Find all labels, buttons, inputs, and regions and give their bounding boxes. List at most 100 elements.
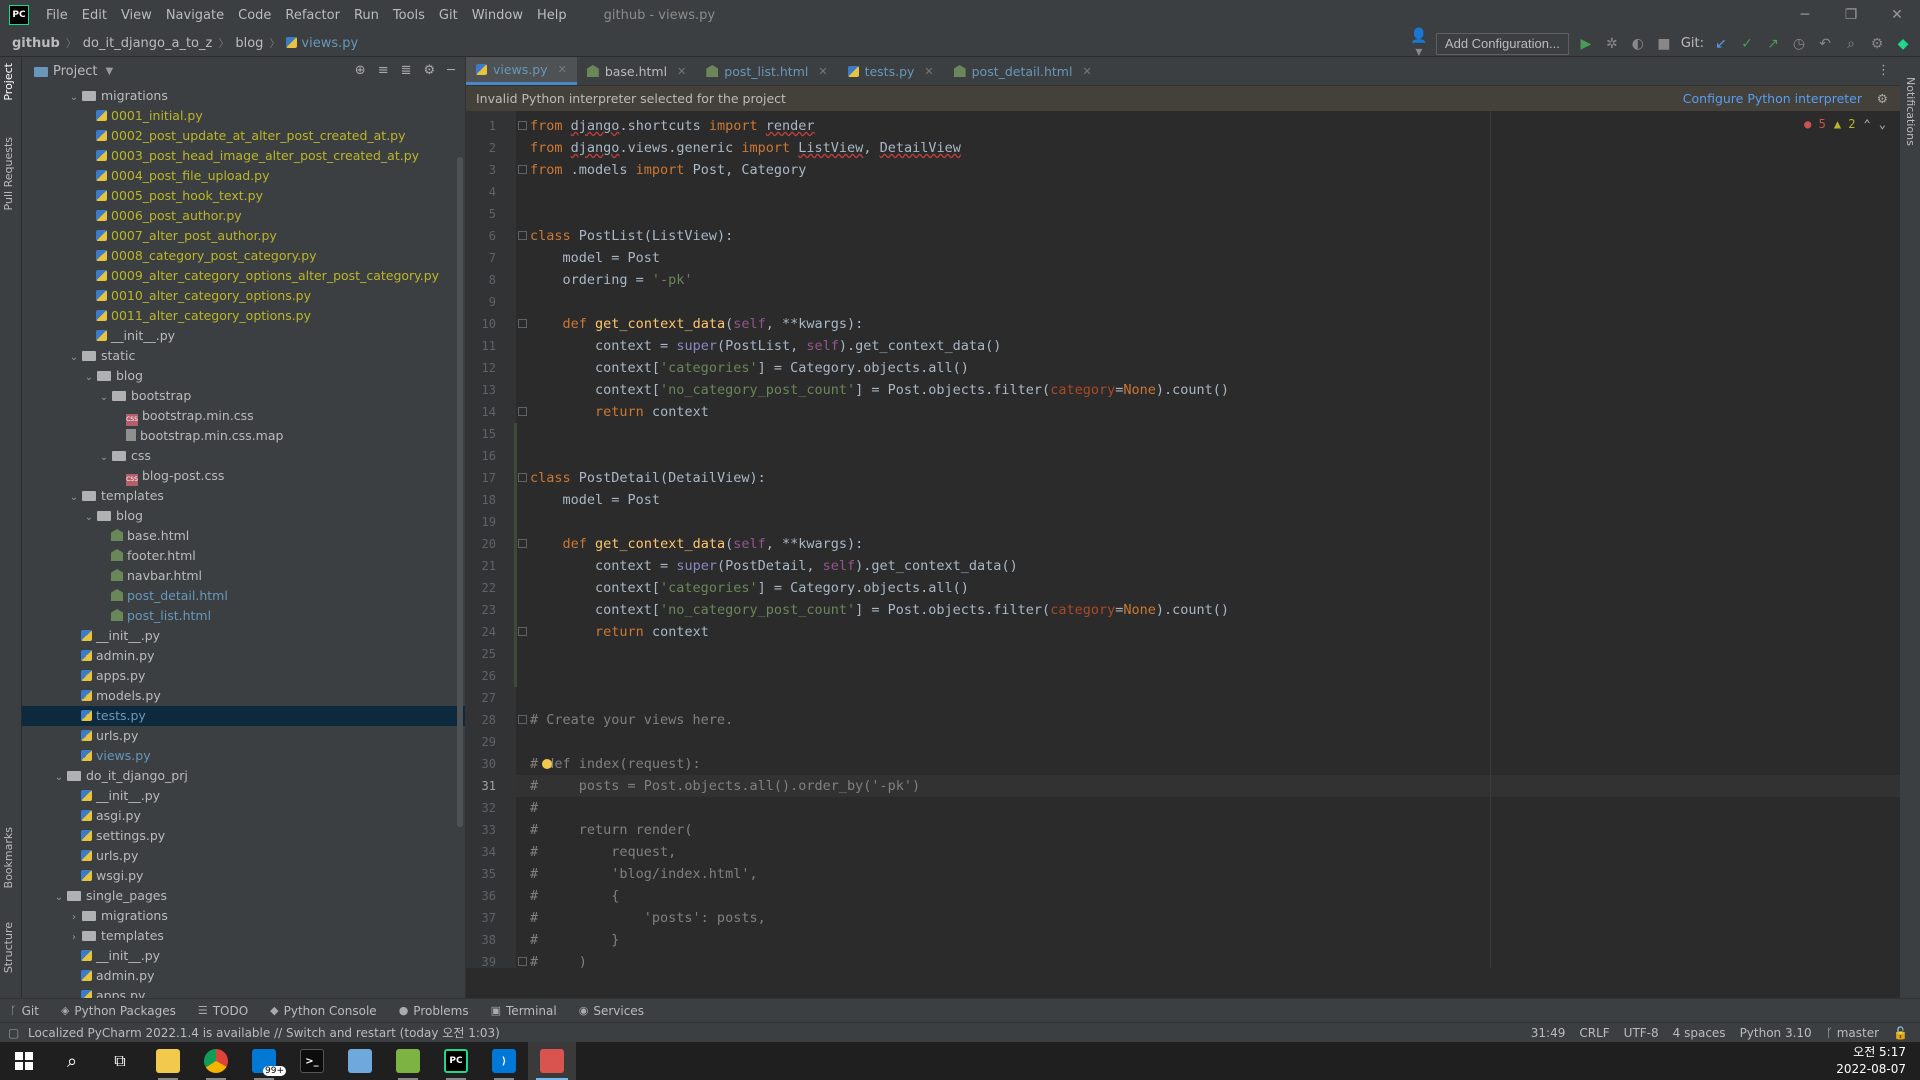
- run-icon[interactable]: ▶: [1577, 36, 1595, 52]
- code-line[interactable]: context['categories'] = Category.objects…: [530, 357, 969, 379]
- layout-icon[interactable]: ▢: [8, 1026, 19, 1040]
- chevron-down-icon[interactable]: ▼: [105, 66, 113, 77]
- tree-file[interactable]: 0004_post_file_upload.py: [22, 166, 465, 186]
- taskbar-app-active[interactable]: [528, 1042, 576, 1080]
- code-line[interactable]: from django.shortcuts import render: [530, 115, 815, 137]
- chevron-down-icon[interactable]: ⌄: [66, 488, 82, 508]
- rollback-icon[interactable]: ↶: [1816, 36, 1834, 52]
- tab-post-detail-html[interactable]: post_detail.html ✕: [944, 57, 1102, 85]
- git-push-icon[interactable]: ↗: [1764, 36, 1782, 52]
- code-line[interactable]: class PostDetail(DetailView):: [530, 467, 766, 489]
- tree-folder[interactable]: ⌄ blog: [22, 366, 465, 386]
- tree-file[interactable]: admin.py: [22, 966, 465, 986]
- fold-icon[interactable]: [518, 715, 527, 724]
- breadcrumb-file[interactable]: views.py: [280, 36, 358, 51]
- breadcrumb-root[interactable]: github: [0, 36, 60, 51]
- tree-file[interactable]: 0002_post_update_at_alter_post_created_a…: [22, 126, 465, 146]
- chevron-down-icon[interactable]: ⌄: [66, 88, 82, 108]
- fold-icon[interactable]: [518, 957, 527, 966]
- code-line[interactable]: return context: [530, 401, 709, 423]
- close-tab-icon[interactable]: ✕: [818, 65, 827, 78]
- tree-file[interactable]: 0011_alter_category_options.py: [22, 306, 465, 326]
- tab-views-py[interactable]: views.py ✕: [466, 57, 577, 85]
- tree-folder[interactable]: › templates: [22, 926, 465, 946]
- code-line[interactable]: # ): [530, 951, 587, 973]
- tree-file[interactable]: urls.py: [22, 726, 465, 746]
- vcs-change-marker[interactable]: [514, 423, 517, 687]
- chevron-down-icon[interactable]: ⌄: [51, 888, 67, 908]
- git-branch[interactable]: ᚴ master: [1826, 1026, 1879, 1040]
- restore-icon[interactable]: ❐: [1828, 0, 1874, 30]
- fold-icon[interactable]: [518, 473, 527, 482]
- caret-position[interactable]: 31:49: [1531, 1026, 1566, 1040]
- tab-base-html[interactable]: base.html ✕: [577, 57, 696, 85]
- menu-window[interactable]: Window: [465, 8, 530, 23]
- taskbar-terminal[interactable]: >_: [288, 1042, 336, 1080]
- code-line[interactable]: return context: [530, 621, 709, 643]
- tree-file[interactable]: urls.py: [22, 846, 465, 866]
- taskbar-mail[interactable]: 99+: [240, 1042, 288, 1080]
- tree-file[interactable]: 0008_category_post_category.py: [22, 246, 465, 266]
- menu-code[interactable]: Code: [231, 8, 278, 23]
- code-line[interactable]: # return render(: [530, 819, 693, 841]
- code-line[interactable]: context = super(PostList, self).get_cont…: [530, 335, 1001, 357]
- code-line[interactable]: #: [530, 797, 538, 819]
- stop-icon[interactable]: ■: [1655, 36, 1673, 52]
- code-line[interactable]: # posts = Post.objects.all().order_by('-…: [530, 775, 920, 797]
- history-icon[interactable]: ◷: [1790, 36, 1808, 52]
- menu-help[interactable]: Help: [530, 8, 574, 23]
- code-line[interactable]: ordering = '-pk': [530, 269, 693, 291]
- tree-file[interactable]: settings.py: [22, 826, 465, 846]
- structure-tool-button[interactable]: Structure: [2, 922, 15, 973]
- tree-file[interactable]: 0010_alter_category_options.py: [22, 286, 465, 306]
- configure-interpreter-link[interactable]: Configure Python interpreter: [1683, 91, 1862, 106]
- toolwindow-python-packages[interactable]: ◈ Python Packages: [61, 1004, 176, 1018]
- tree-file[interactable]: 0003_post_head_image_alter_post_created_…: [22, 146, 465, 166]
- chevron-down-icon[interactable]: ⌄: [81, 508, 97, 528]
- more-tabs-icon[interactable]: ⋮: [1877, 63, 1890, 78]
- tree-file[interactable]: base.html: [22, 526, 465, 546]
- task-view-button[interactable]: ⧉: [96, 1042, 144, 1080]
- tree-folder[interactable]: › migrations: [22, 906, 465, 926]
- tree-folder[interactable]: ⌄ templates: [22, 486, 465, 506]
- coverage-icon[interactable]: ◐: [1629, 36, 1647, 52]
- menu-run[interactable]: Run: [347, 8, 386, 23]
- collapse-all-icon[interactable]: ≣: [401, 63, 412, 78]
- tree-file[interactable]: apps.py: [22, 986, 465, 998]
- taskbar-notepad[interactable]: [336, 1042, 384, 1080]
- fold-icon[interactable]: [518, 539, 527, 548]
- code-line[interactable]: model = Post: [530, 489, 661, 511]
- code-line[interactable]: # }: [530, 929, 619, 951]
- code-editor[interactable]: 1 2 3 4 5 6 7 8 9 10 11 12 13 14 15 16 17 18 19 20 21 22 23 24 2…: [466, 111, 1900, 970]
- code-line[interactable]: def get_context_data(self, **kwargs):: [530, 313, 864, 335]
- chevron-right-icon[interactable]: ›: [66, 928, 82, 948]
- add-configuration-button[interactable]: Add Configuration...: [1435, 32, 1569, 55]
- tree-file[interactable]: 0001_initial.py: [22, 106, 465, 126]
- tree-file[interactable]: wsgi.py: [22, 866, 465, 886]
- tree-file[interactable]: 0007_alter_post_author.py: [22, 226, 465, 246]
- taskbar-search-button[interactable]: ⌕: [48, 1042, 96, 1080]
- code-line[interactable]: model = Post: [530, 247, 661, 269]
- tree-file[interactable]: navbar.html: [22, 566, 465, 586]
- close-tab-icon[interactable]: ✕: [924, 65, 933, 78]
- taskbar-vscode[interactable]: ⟩: [480, 1042, 528, 1080]
- taskbar-clock[interactable]: 오전 5:17 2022-08-07: [1836, 1044, 1906, 1078]
- status-message[interactable]: Localized PyCharm 2022.1.4 is available …: [28, 1024, 500, 1041]
- tree-folder[interactable]: ⌄ bootstrap: [22, 386, 465, 406]
- code-line[interactable]: # 'blog/index.html',: [530, 863, 758, 885]
- code-line[interactable]: # {: [530, 885, 619, 907]
- chevron-down-icon[interactable]: ⌄: [66, 348, 82, 368]
- lock-icon[interactable]: 🔓: [1893, 1026, 1908, 1040]
- tree-file[interactable]: views.py: [22, 746, 465, 766]
- close-tab-icon[interactable]: ✕: [677, 65, 686, 78]
- bookmarks-tool-button[interactable]: Bookmarks: [2, 827, 15, 888]
- project-panel-title[interactable]: Project: [53, 64, 97, 79]
- code-line[interactable]: context['no_category_post_count'] = Post…: [530, 599, 1229, 621]
- gear-icon[interactable]: ⚙: [424, 63, 436, 78]
- chevron-down-icon[interactable]: ⌄: [96, 448, 112, 468]
- menu-edit[interactable]: Edit: [75, 8, 114, 23]
- jetbrains-icon[interactable]: ◆: [1894, 36, 1912, 52]
- fold-icon[interactable]: [518, 231, 527, 240]
- code-line[interactable]: def get_context_data(self, **kwargs):: [530, 533, 864, 555]
- python-interpreter[interactable]: Python 3.10: [1740, 1026, 1812, 1040]
